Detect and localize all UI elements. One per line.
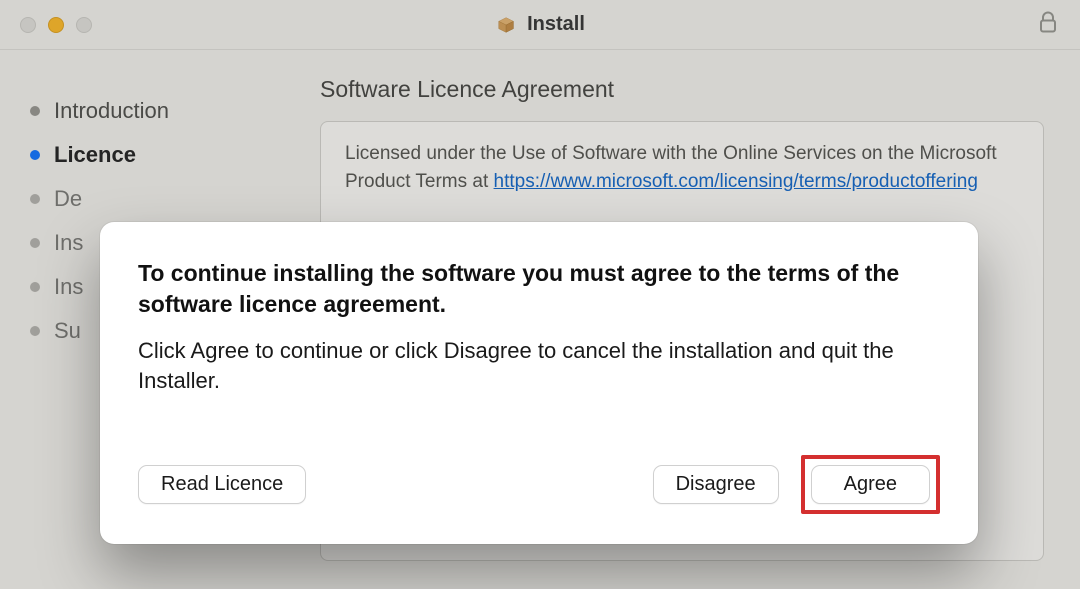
read-licence-button[interactable]: Read Licence bbox=[138, 465, 306, 504]
agree-button[interactable]: Agree bbox=[811, 465, 930, 504]
agree-button-highlight: Agree bbox=[801, 455, 940, 514]
sheet-heading: To continue installing the software you … bbox=[138, 258, 940, 320]
sheet-body-text: Click Agree to continue or click Disagre… bbox=[138, 336, 940, 395]
agreement-sheet: To continue installing the software you … bbox=[100, 222, 978, 544]
sheet-button-row: Read Licence Disagree Agree bbox=[138, 455, 940, 514]
disagree-button[interactable]: Disagree bbox=[653, 465, 779, 504]
